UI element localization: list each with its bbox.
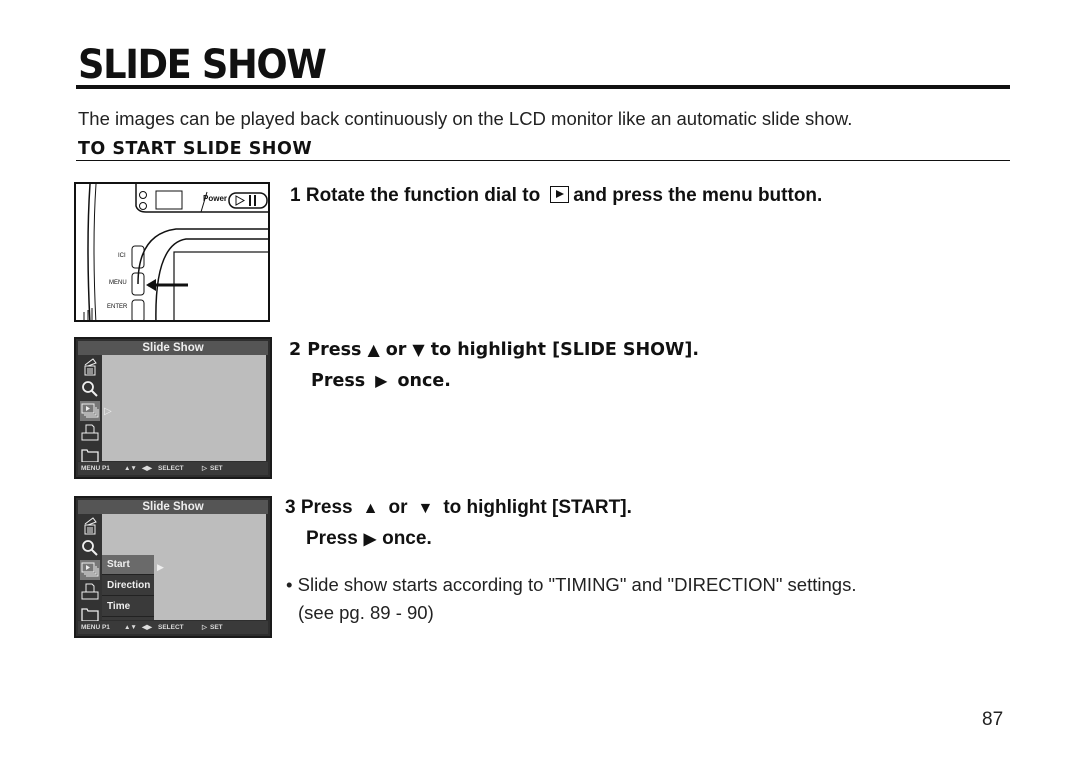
step-3-line-1: 3 Press ▲ or ▼ to highlight [START].	[285, 497, 632, 519]
selection-cursor-icon: ▶	[157, 562, 164, 572]
right-arrow-icon: ▶	[375, 371, 388, 390]
print-icon	[80, 582, 100, 602]
step-text: to highlight [START].	[443, 497, 632, 518]
print-icon	[80, 423, 100, 443]
button-label-menu: MENU	[109, 280, 127, 286]
step-3-line-2: Press ▶ once.	[306, 528, 432, 550]
step-2-line-2: Press ▶ once.	[311, 371, 451, 391]
slideshow-submenu: Start Direction Time	[102, 555, 154, 620]
step-3-note: • Slide show starts according to "TIMING…	[286, 571, 856, 627]
button-label-enter: ENTER	[107, 304, 128, 310]
lcd-footer: MENU P1 ▲▼ ◀▶ SELECT ▷ SET	[78, 462, 268, 475]
title-rule	[76, 85, 1010, 89]
footer-nav-icon: ▲▼	[124, 624, 137, 631]
step-text-end: and press the menu button.	[573, 185, 823, 206]
or-text: or	[385, 340, 407, 360]
footer-select-arrows-icon: ◀▶	[142, 465, 152, 472]
lcd-sidebar	[78, 514, 102, 622]
lcd-footer: MENU P1 ▲▼ ◀▶ SELECT ▷ SET	[78, 621, 268, 634]
footer-page: MENU P1	[81, 465, 110, 472]
lcd-preview-area	[102, 355, 266, 461]
or-text: or	[388, 497, 408, 518]
power-label: Power	[203, 194, 228, 203]
footer-set-arrow-icon: ▷	[202, 624, 207, 631]
step-text: once.	[382, 528, 432, 549]
step-2-line-1: 2 Press ▲ or ▼ to highlight [SLIDE SHOW].	[289, 340, 699, 360]
delete-icon	[80, 516, 100, 536]
up-arrow-icon: ▲	[362, 500, 379, 517]
footer-set-arrow-icon: ▷	[202, 465, 207, 472]
down-arrow-icon: ▼	[417, 500, 434, 517]
page-title: SLIDE SHOW	[78, 42, 327, 88]
press-text: Press	[311, 371, 366, 391]
right-arrow-icon: ▶	[363, 531, 377, 548]
lcd-title: Slide Show	[78, 341, 268, 355]
page-number: 87	[982, 709, 1004, 730]
up-arrow-icon: ▲	[367, 340, 380, 359]
step-text: Rotate the function dial to	[305, 185, 541, 206]
delete-icon	[80, 357, 100, 377]
zoom-icon	[80, 538, 100, 558]
footer-select-arrows-icon: ◀▶	[142, 624, 152, 631]
camera-back-figure: Power ICI MENU ENTER	[74, 182, 270, 322]
footer-set: SET	[210, 465, 223, 472]
slideshow-icon	[80, 401, 100, 421]
intro-text: The images can be played back continuous…	[78, 108, 853, 129]
down-arrow-icon: ▼	[412, 340, 425, 359]
camera-illustration	[83, 184, 268, 320]
press-text: Press	[306, 528, 358, 549]
zoom-icon	[80, 379, 100, 399]
footer-set: SET	[210, 624, 223, 631]
step-number: 1	[290, 185, 301, 206]
press-text: Press	[300, 497, 353, 518]
step-number: 2	[289, 340, 302, 360]
note-line-1: • Slide show starts according to "TIMING…	[286, 574, 857, 595]
press-text: Press	[307, 340, 362, 360]
lcd-screen-slideshow-submenu: Slide Show Start Direction Time ▶ MENU P…	[74, 496, 272, 638]
playback-mode-icon	[550, 186, 570, 203]
button-label-ici: ICI	[118, 253, 126, 259]
submenu-item-start: Start	[102, 555, 154, 575]
note-line-2: (see pg. 89 - 90)	[298, 602, 434, 623]
lcd-sidebar	[78, 355, 102, 463]
step-1: 1 Rotate the function dial to and press t…	[290, 185, 822, 207]
footer-select: SELECT	[158, 465, 184, 472]
submenu-item-time: Time	[102, 597, 154, 617]
selection-cursor-icon: ▷	[104, 406, 112, 417]
section-rule	[76, 160, 1010, 161]
slideshow-icon	[80, 560, 100, 580]
step-text: once.	[397, 371, 451, 391]
footer-select: SELECT	[158, 624, 184, 631]
lcd-title: Slide Show	[78, 500, 268, 514]
footer-page: MENU P1	[81, 624, 110, 631]
footer-nav-icon: ▲▼	[124, 465, 137, 472]
section-heading: TO START SLIDE SHOW	[78, 139, 313, 159]
step-text: to highlight [SLIDE SHOW].	[430, 340, 700, 360]
lcd-screen-main-menu: Slide Show ▷ MENU P1 ▲▼ ◀▶ SELECT ▷ SET	[74, 337, 272, 479]
submenu-item-direction: Direction	[102, 576, 154, 596]
step-number: 3	[285, 497, 296, 518]
